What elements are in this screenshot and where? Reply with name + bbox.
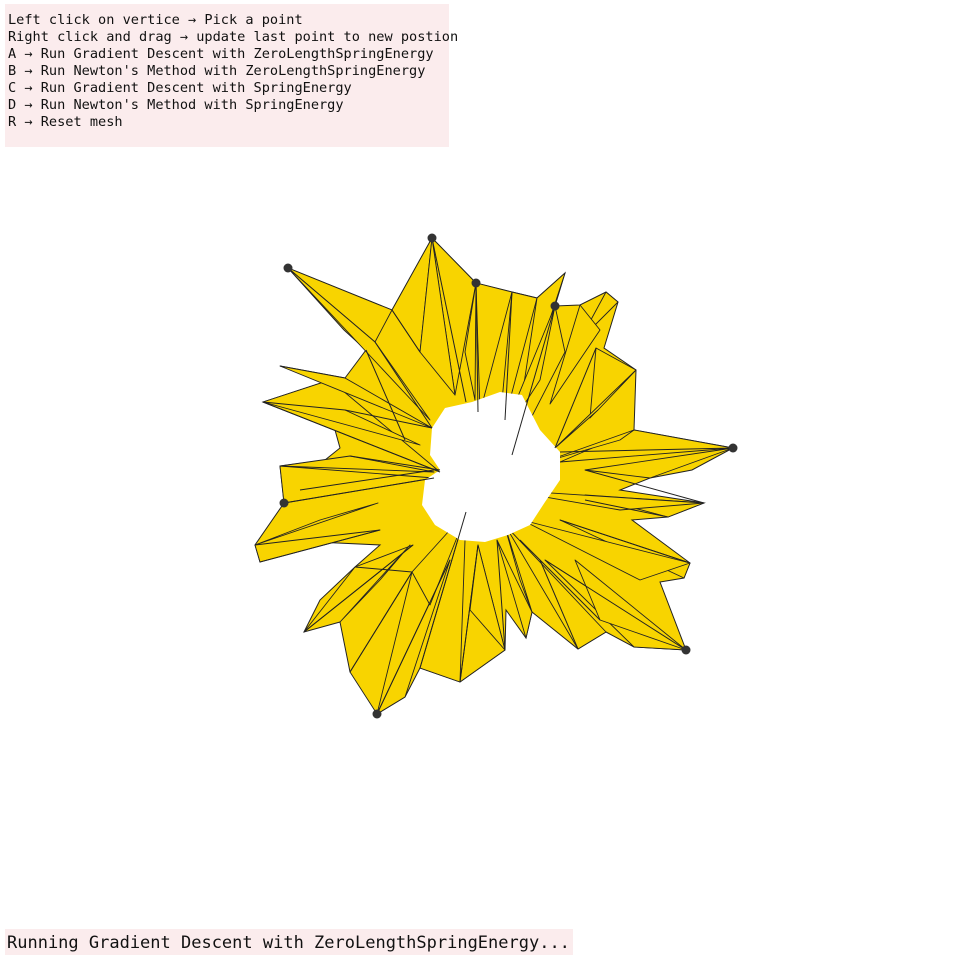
- pinned-vertex-handle[interactable]: [471, 278, 481, 288]
- pinned-vertex-handle[interactable]: [728, 443, 738, 453]
- help-panel: Left click on vertice → Pick a point Rig…: [5, 4, 459, 147]
- pinned-vertex-handle[interactable]: [427, 233, 437, 243]
- pinned-vertex-handle[interactable]: [681, 645, 691, 655]
- help-line-key-c: C → Run Gradient Descent with SpringEner…: [8, 80, 352, 96]
- help-line-drag: Right click and drag → update last point…: [8, 29, 459, 45]
- help-line-key-r: R → Reset mesh: [8, 114, 123, 130]
- pinned-vertex-handle[interactable]: [283, 263, 293, 273]
- pinned-vertex-handle[interactable]: [550, 301, 560, 311]
- pinned-vertex-handle[interactable]: [279, 498, 289, 508]
- help-line-key-a: A → Run Gradient Descent with ZeroLength…: [8, 46, 434, 62]
- pinned-vertex-handle[interactable]: [372, 709, 382, 719]
- status-bar: Running Gradient Descent with ZeroLength…: [5, 929, 573, 955]
- help-line-key-b: B → Run Newton's Method with ZeroLengthS…: [8, 63, 426, 79]
- help-line-pick: Left click on vertice → Pick a point: [8, 12, 303, 28]
- mesh-triangle[interactable]: [287, 267, 393, 343]
- deformed-mesh[interactable]: [254, 237, 735, 715]
- help-line-key-d: D → Run Newton's Method with SpringEnerg…: [8, 97, 344, 113]
